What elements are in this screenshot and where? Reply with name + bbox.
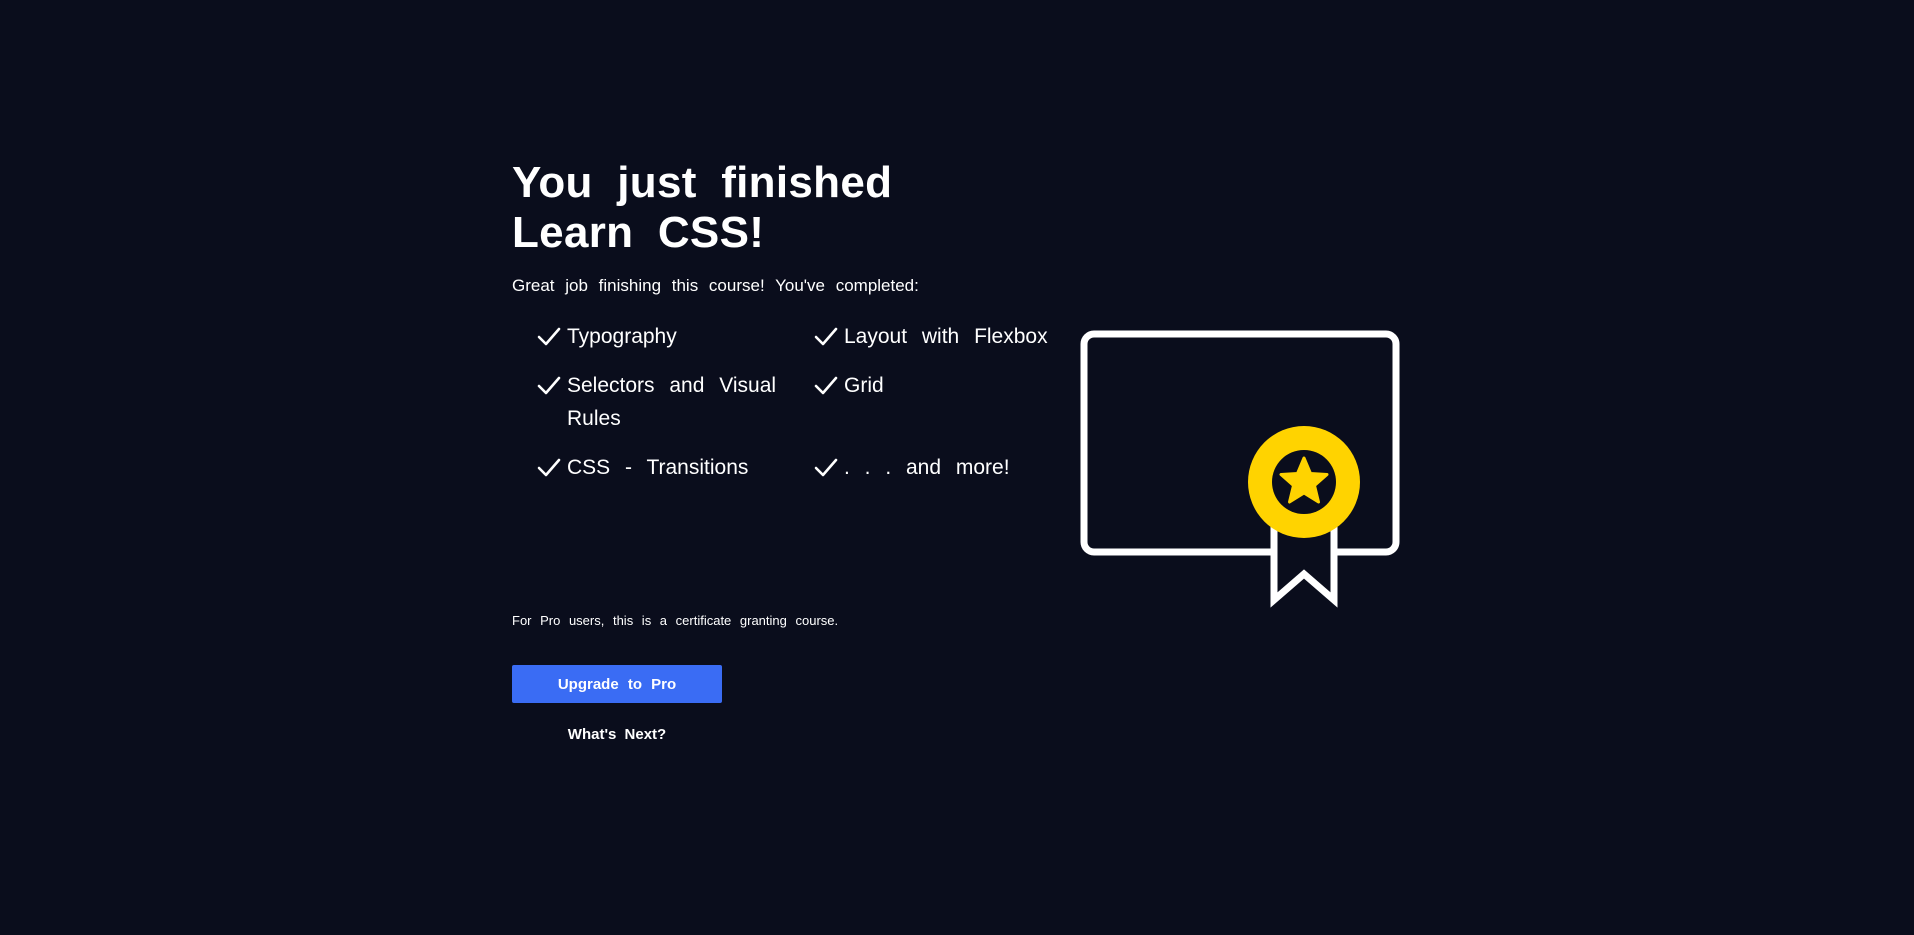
checkmark-icon: [814, 376, 838, 395]
checkmark-icon: [537, 327, 561, 346]
topic-label: Selectors and Visual Rules: [567, 374, 777, 430]
pro-certificate-note: For Pro users, this is a certificate gra…: [512, 613, 839, 628]
completion-subtitle: Great job finishing this course! You've …: [512, 276, 919, 295]
list-item: CSS - Transitions: [537, 456, 787, 484]
page-title-line-2: Learn CSS!: [512, 208, 765, 257]
topic-label: . . . and more!: [844, 456, 1010, 479]
page-title-line-1: You just finished: [512, 158, 893, 207]
course-completion-page: You just finished Learn CSS! Great job f…: [0, 0, 1914, 935]
list-item: . . . and more!: [814, 456, 1064, 484]
topic-label: Layout with Flexbox: [844, 325, 1048, 348]
topic-label: Grid: [844, 374, 884, 397]
list-item: Layout with Flexbox: [814, 325, 1064, 353]
upgrade-to-pro-button[interactable]: Upgrade to Pro: [512, 665, 722, 703]
page-title: You just finished Learn CSS!: [512, 158, 892, 258]
checkmark-icon: [537, 458, 561, 477]
list-item: Selectors and Visual Rules: [537, 374, 787, 435]
checkmark-icon: [814, 327, 838, 346]
checkmark-icon: [814, 458, 838, 477]
certificate-icon: [1080, 330, 1400, 608]
list-item: Typography: [537, 325, 787, 353]
whats-next-link[interactable]: What's Next?: [512, 726, 722, 743]
topic-label: CSS - Transitions: [567, 456, 749, 479]
list-item: Grid: [814, 374, 1064, 402]
checkmark-icon: [537, 376, 561, 395]
topic-label: Typography: [567, 325, 677, 348]
